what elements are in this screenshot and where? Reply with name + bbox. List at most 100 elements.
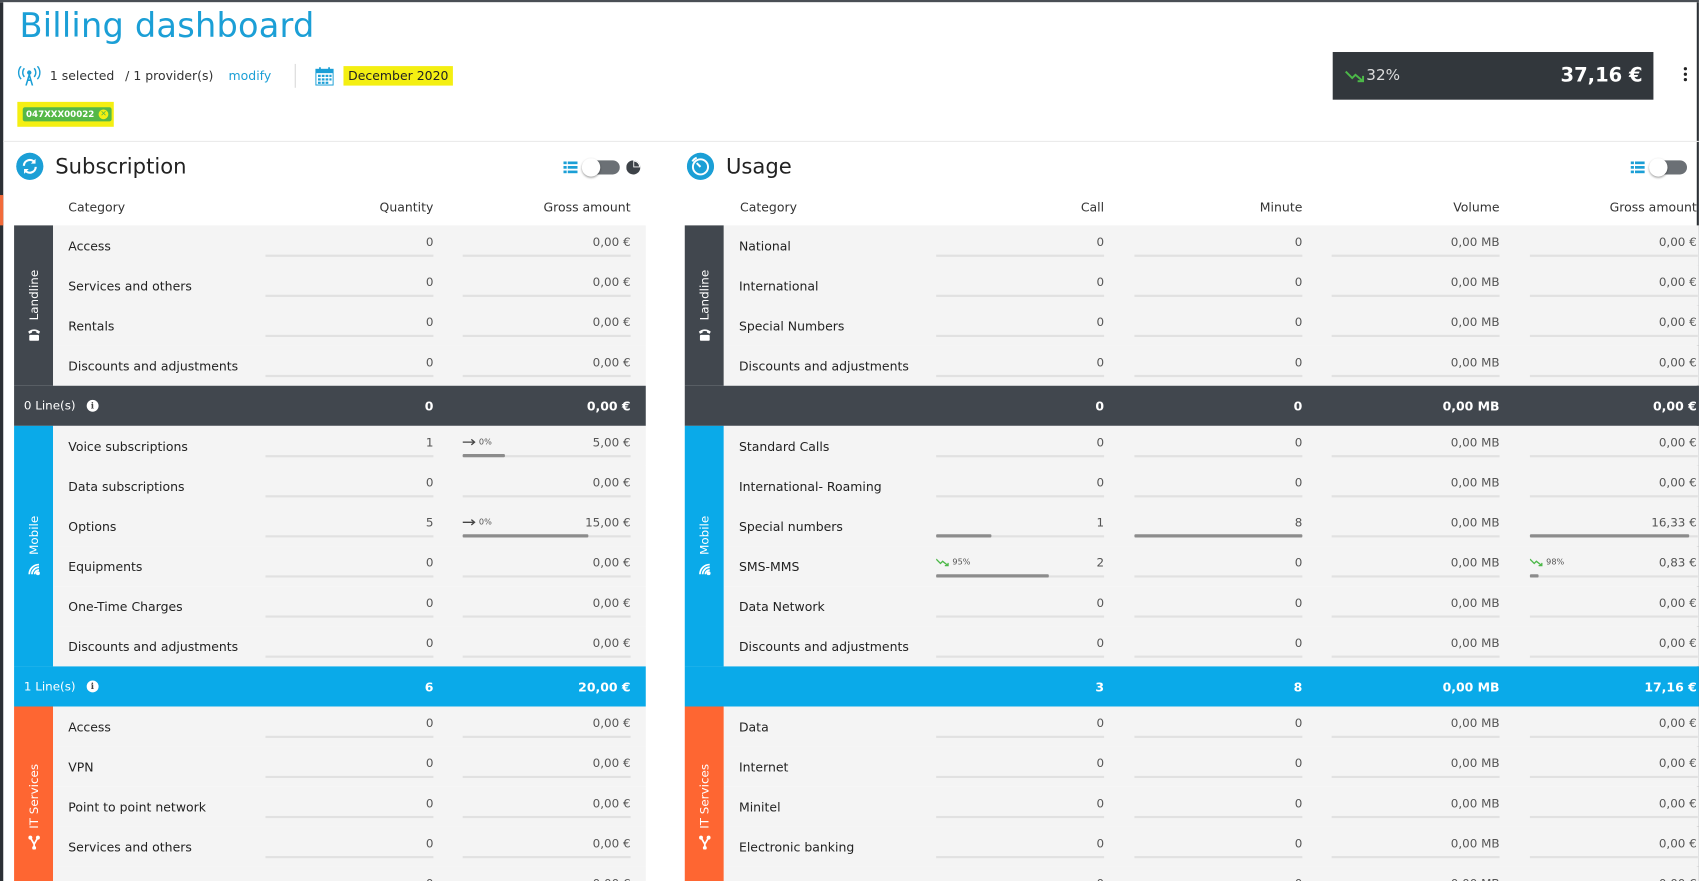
- group-name: Landline: [26, 269, 41, 321]
- cell-quantity: 0: [425, 315, 434, 330]
- bar-track: [1331, 615, 1500, 618]
- table-row[interactable]: Services and others 0 0,00 €: [53, 826, 646, 867]
- group-label: IT Services: [14, 707, 53, 881]
- bar-track: [265, 815, 434, 819]
- cell-minute: 8: [1294, 515, 1303, 530]
- table-row[interactable]: One-Time Charges 0 0,00 €: [53, 586, 646, 627]
- calendar-icon[interactable]: [315, 66, 335, 86]
- table-row[interactable]: Options 5 15,00 € 0%: [53, 506, 646, 547]
- group-label: Landline: [14, 225, 53, 385]
- bar-fill: [1529, 574, 1539, 578]
- line-tag[interactable]: 047XXX00022 ✕: [22, 107, 112, 122]
- row-category: Discounts and adjustments: [68, 639, 239, 655]
- summary-gross: 0,00 €: [1652, 398, 1697, 414]
- summary-gross: 17,16 €: [1644, 679, 1697, 695]
- toggle-knob[interactable]: [1649, 158, 1668, 177]
- info-icon[interactable]: i: [86, 680, 99, 693]
- table-row[interactable]: Discounts and adjustments 0 0,00 €: [53, 626, 646, 667]
- table-row[interactable]: Internet 0 0 0,00 MB 0,00 €: [723, 746, 1699, 787]
- bar-fill: [936, 574, 1049, 578]
- table-row[interactable]: Data Network 0 0 0,00 MB 0,00 €: [723, 586, 1699, 627]
- cell-minute: 0: [1294, 235, 1303, 250]
- bar-track: [265, 735, 434, 738]
- phone-icon: [27, 329, 40, 341]
- row-category: Data Network: [738, 599, 825, 615]
- network-icon: [27, 835, 40, 850]
- bar-track: [1529, 374, 1698, 378]
- bar-track: [462, 856, 631, 859]
- cell-quantity: 0: [425, 275, 434, 290]
- cell-gross: 0,00 €: [592, 475, 631, 490]
- row-category: Special numbers: [738, 519, 843, 535]
- toggle-knob[interactable]: [581, 158, 601, 177]
- cell-volume: 0,00 MB: [1450, 595, 1500, 611]
- bar-track: [462, 454, 631, 458]
- table-row[interactable]: Discounts and adjustments 0 0 0,00 MB 0,00 €: [723, 345, 1699, 386]
- pie-chart-icon[interactable]: [626, 160, 641, 175]
- table-row[interactable]: VPN 0 0,00 €: [53, 746, 646, 787]
- cell-gross: 0,00 €: [1658, 836, 1697, 851]
- period-selector[interactable]: December 2020: [343, 66, 453, 86]
- column-header-quantity: Quantity: [379, 199, 434, 215]
- modify-link[interactable]: modify: [229, 68, 272, 83]
- table-row[interactable]: Point to point network 0 0,00 €: [53, 786, 646, 827]
- list-view-icon[interactable]: [563, 161, 578, 174]
- cell-call-trend: 95%: [936, 557, 970, 567]
- cell-gross: 0,00 €: [1658, 435, 1697, 450]
- table-row[interactable]: SMS-MMS 2 95% 0 0,00 MB 0,83 € 98%: [723, 546, 1699, 587]
- bar-track: [265, 535, 434, 538]
- summary-minute: 0: [1293, 398, 1303, 414]
- table-row[interactable]: Minitel 0 0 0,00 MB 0,00 €: [723, 786, 1699, 827]
- group-label: IT Services: [685, 707, 724, 881]
- cell-call: 0: [1096, 235, 1105, 250]
- list-view-icon[interactable]: [1630, 161, 1645, 174]
- table-row[interactable]: Standard Calls 0 0 0,00 MB 0,00 €: [723, 425, 1699, 466]
- row-category: Equipments: [68, 559, 143, 575]
- table-row[interactable]: Access 0 0,00 €: [53, 706, 646, 747]
- cell-minute: 0: [1294, 595, 1303, 611]
- group-name: Landline: [697, 269, 712, 321]
- info-icon[interactable]: i: [86, 399, 99, 412]
- summary-minute: 8: [1293, 679, 1303, 695]
- timer-icon: [686, 152, 715, 180]
- more-options-icon[interactable]: [1682, 67, 1691, 87]
- cell-minute: 0: [1294, 796, 1303, 811]
- close-icon[interactable]: ✕: [98, 109, 109, 120]
- cell-volume: 0,00 MB: [1450, 555, 1500, 570]
- table-row[interactable]: Data subscriptions 0 0,00 €: [53, 465, 646, 507]
- bar-track: [1331, 455, 1500, 458]
- bar-track: [1529, 334, 1698, 337]
- table-row[interactable]: Voice subscriptions 1 5,00 € 0%: [53, 425, 646, 466]
- table-row[interactable]: Electronic banking 0 0 0,00 MB 0,00 €: [723, 826, 1699, 867]
- cell-gross: 0,00 €: [1658, 756, 1697, 771]
- table-row[interactable]: Rentals 0 0,00 €: [53, 305, 646, 346]
- line-tag-label: 047XXX00022: [26, 109, 95, 120]
- table-row[interactable]: 0 0 0,00 MB 0,00 €: [723, 866, 1699, 881]
- table-row[interactable]: Special Numbers 0 0 0,00 MB 0,00 €: [723, 305, 1699, 346]
- summary-quantity: 0: [424, 398, 434, 414]
- cell-minute: 0: [1294, 435, 1303, 450]
- bar-track: [936, 294, 1105, 297]
- table-row[interactable]: National 0 0 0,00 MB 0,00 €: [723, 225, 1699, 266]
- table-row[interactable]: 0 0,00 €: [53, 866, 646, 881]
- cell-gross: 0,00 €: [1658, 355, 1697, 370]
- table-row[interactable]: Discounts and adjustments 0 0 0,00 MB 0,00 €: [723, 626, 1699, 667]
- table-row[interactable]: Discounts and adjustments 0 0,00 €: [53, 345, 646, 386]
- group-band: Landline: [14, 225, 54, 386]
- row-category: National: [738, 238, 791, 254]
- table-row[interactable]: International- Roaming 0 0 0,00 MB 0,00 €: [723, 465, 1699, 507]
- cell-gross: 0,00 €: [1658, 716, 1697, 731]
- table-row[interactable]: Services and others 0 0,00 €: [53, 265, 646, 306]
- cell-call: 0: [1096, 275, 1105, 290]
- usage-title: Usage: [725, 153, 792, 179]
- table-row[interactable]: Access 0 0,00 €: [53, 225, 646, 266]
- table-row[interactable]: International 0 0 0,00 MB 0,00 €: [723, 265, 1699, 306]
- trend-flat-icon: [462, 438, 476, 445]
- table-row[interactable]: Special numbers 1 8 0,00 MB 16,33 €: [723, 506, 1699, 547]
- table-row[interactable]: Equipments 0 0,00 €: [53, 546, 646, 587]
- table-row[interactable]: Data 0 0 0,00 MB 0,00 €: [723, 706, 1699, 747]
- group-name: IT Services: [697, 764, 712, 829]
- cell-minute: 0: [1294, 475, 1303, 490]
- cell-gross: 0,00 €: [592, 555, 631, 570]
- row-category: Access: [68, 238, 111, 254]
